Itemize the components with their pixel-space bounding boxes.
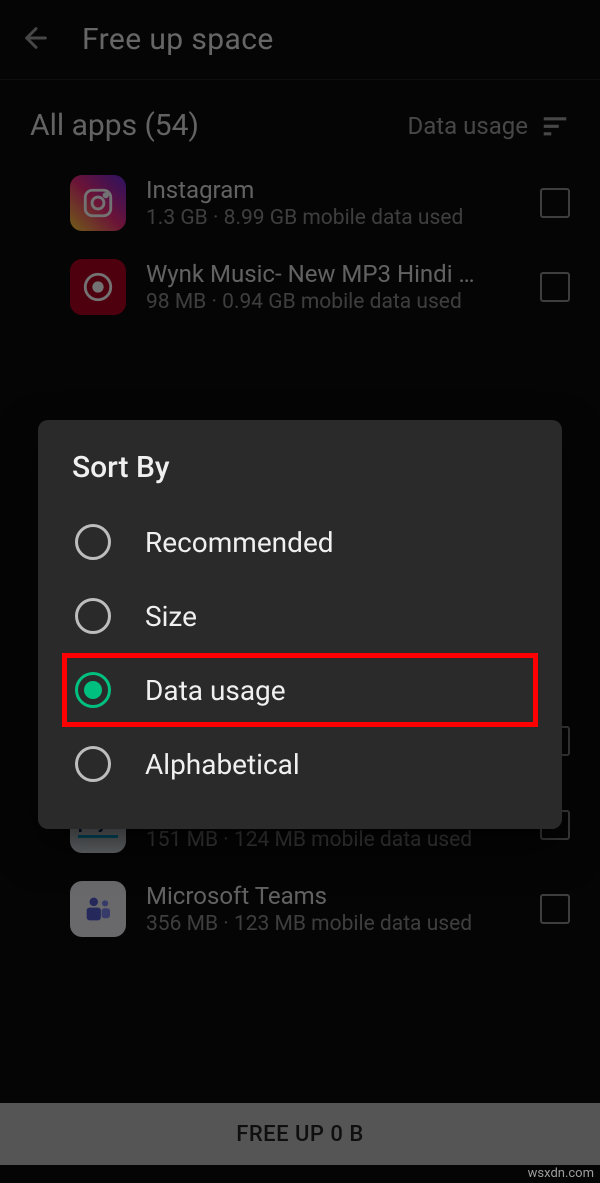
checkbox[interactable] xyxy=(540,188,570,218)
free-up-button[interactable]: FREE UP 0 B xyxy=(0,1103,600,1165)
radio-label: Size xyxy=(145,600,197,633)
radio-icon xyxy=(75,598,111,634)
app-name: Wynk Music- New MP3 Hindi … xyxy=(146,260,520,288)
app-bar: Free up space xyxy=(0,0,600,80)
back-icon[interactable] xyxy=(20,22,52,58)
radio-icon xyxy=(75,672,111,708)
section-title: All apps (54) xyxy=(30,108,199,143)
instagram-icon xyxy=(70,175,126,231)
radio-label: Recommended xyxy=(145,526,334,559)
sort-button[interactable]: Data usage xyxy=(407,111,570,141)
app-row[interactable]: Microsoft Teams 356 MB · 123 MB mobile d… xyxy=(0,867,600,951)
radio-label: Alphabetical xyxy=(145,748,300,781)
free-up-label: FREE UP 0 B xyxy=(236,1122,364,1147)
checkbox[interactable] xyxy=(540,894,570,924)
app-text: Wynk Music- New MP3 Hindi … 98 MB · 0.94… xyxy=(146,260,520,314)
app-sub: 356 MB · 123 MB mobile data used xyxy=(146,912,520,936)
app-text: Microsoft Teams 356 MB · 123 MB mobile d… xyxy=(146,882,520,936)
page-title: Free up space xyxy=(82,22,274,57)
sort-label: Data usage xyxy=(407,112,528,140)
dialog-title: Sort By xyxy=(72,450,538,485)
sort-dialog: Sort By Recommended Size Data usage Alph… xyxy=(38,420,562,829)
app-row[interactable]: Instagram 1.3 GB · 8.99 GB mobile data u… xyxy=(0,161,600,245)
radio-icon xyxy=(75,746,111,782)
app-sub: 151 MB · 124 MB mobile data used xyxy=(146,828,520,852)
app-sub: 1.3 GB · 8.99 GB mobile data used xyxy=(146,206,520,230)
sort-option-recommended[interactable]: Recommended xyxy=(62,505,538,579)
wynk-icon xyxy=(70,259,126,315)
radio-label: Data usage xyxy=(145,674,286,707)
sort-icon xyxy=(540,111,570,141)
watermark: wsxdn.com xyxy=(528,1166,594,1181)
section-header: All apps (54) Data usage xyxy=(0,80,600,161)
radio-icon xyxy=(75,524,111,560)
sort-option-data-usage[interactable]: Data usage xyxy=(62,653,538,727)
checkbox[interactable] xyxy=(540,272,570,302)
app-text: Instagram 1.3 GB · 8.99 GB mobile data u… xyxy=(146,176,520,230)
sort-option-alphabetical[interactable]: Alphabetical xyxy=(62,727,538,801)
app-row[interactable]: Wynk Music- New MP3 Hindi … 98 MB · 0.94… xyxy=(0,245,600,329)
teams-icon xyxy=(70,881,126,937)
app-name: Instagram xyxy=(146,176,520,204)
app-name: Microsoft Teams xyxy=(146,882,520,910)
sort-option-size[interactable]: Size xyxy=(62,579,538,653)
app-sub: 98 MB · 0.94 GB mobile data used xyxy=(146,290,520,314)
